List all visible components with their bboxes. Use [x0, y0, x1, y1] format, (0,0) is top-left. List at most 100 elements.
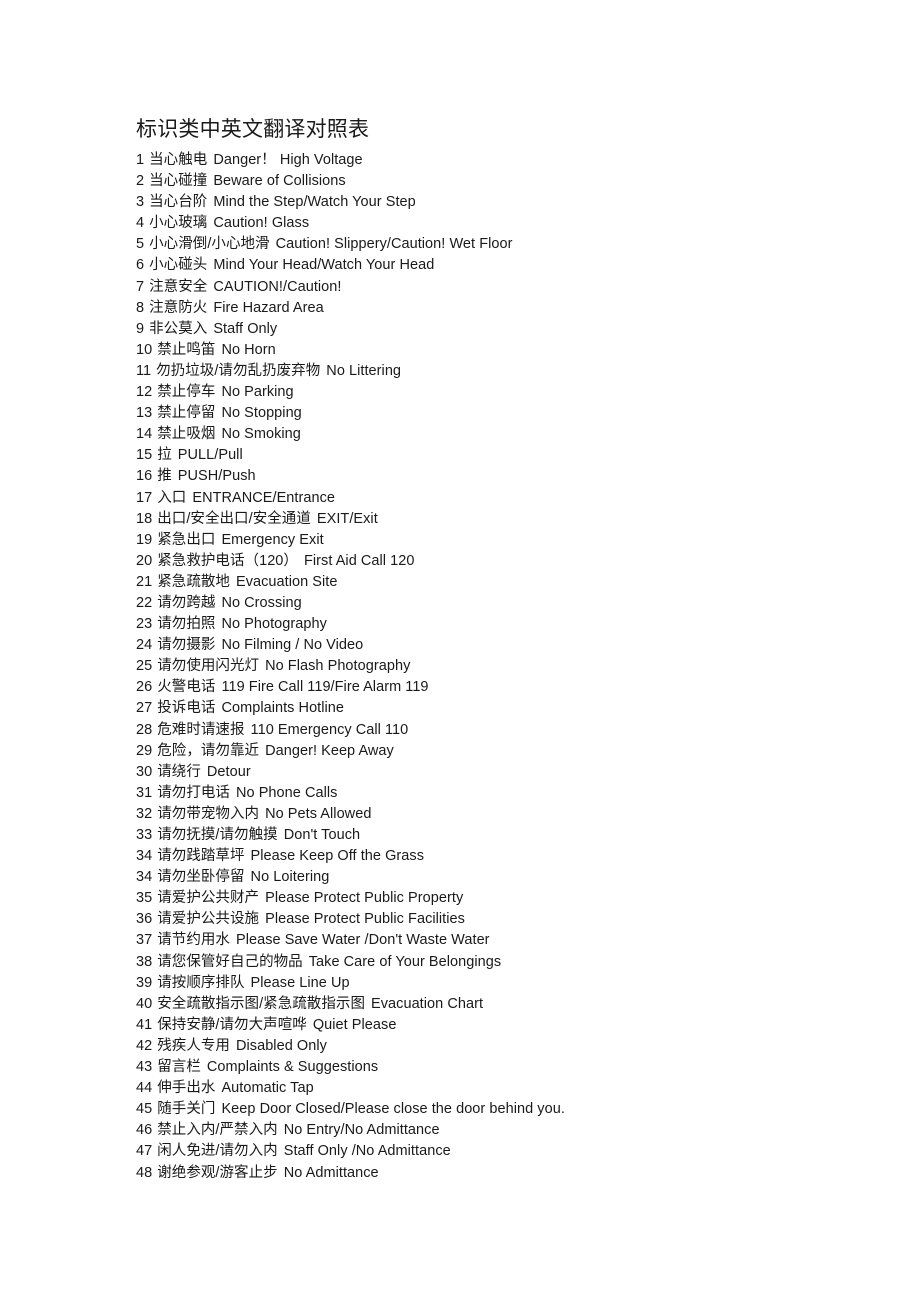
- entry-number: 1: [136, 152, 145, 168]
- entry-number: 4: [136, 215, 145, 232]
- entry-chinese-term: 闲人免进/请勿入内: [157, 1143, 278, 1160]
- entry-number: 48: [136, 1164, 153, 1181]
- entry-chinese-term: 危险，请勿靠近: [157, 742, 260, 759]
- entry-number: 17: [136, 489, 153, 506]
- entry-chinese-term: 禁止鸣笛: [157, 341, 216, 358]
- entry-english-translation: Quiet Please: [312, 1016, 397, 1033]
- entry-english-translation: No Photography: [221, 616, 327, 633]
- entry-english-translation: Please Protect Public Property: [265, 890, 464, 907]
- entry-chinese-term: 小心滑倒/小心地滑: [149, 236, 270, 253]
- entry-chinese-term: 谢绝参观/游客止步: [157, 1164, 278, 1181]
- entry-chinese-term: 安全疏散指示图/紧急疏散指示图: [157, 995, 366, 1012]
- entry-number: 43: [136, 1059, 153, 1076]
- list-item: 34 请勿践踏草坪 Please Keep Off the Grass: [136, 846, 920, 867]
- entry-english-translation: PUSH/Push: [177, 468, 256, 485]
- entry-number: 24: [136, 637, 153, 654]
- list-item: 27 投诉电话 Complaints Hotline: [136, 698, 920, 719]
- entry-chinese-term: 请勿摄影: [157, 637, 216, 654]
- entry-chinese-term: 请勿践踏草坪: [157, 848, 245, 865]
- entry-english-translation: Beware of Collisions: [213, 173, 346, 190]
- list-item: 24 请勿摄影 No Filming / No Video: [136, 635, 920, 656]
- entry-english-translation: Staff Only: [213, 320, 278, 337]
- entry-chinese-term: 禁止停车: [157, 384, 216, 401]
- entry-number: 47: [136, 1143, 153, 1160]
- list-item: 46 禁止入内/严禁入内 No Entry/No Admittance: [136, 1120, 920, 1141]
- entry-chinese-term: 勿扔垃圾/请勿乱扔废弃物: [156, 362, 321, 379]
- entry-chinese-term: 投诉电话: [157, 700, 216, 717]
- entry-number: 13: [136, 405, 153, 422]
- entry-english-translation: 110 Emergency Call 110: [250, 721, 409, 738]
- entry-number: 31: [136, 784, 153, 801]
- entry-english-translation: Please Protect Public Facilities: [265, 911, 465, 928]
- entry-english-translation: Complaints Hotline: [221, 700, 345, 717]
- entry-number: 23: [136, 616, 153, 633]
- entry-chinese-term: 留言栏: [157, 1059, 201, 1076]
- entry-number: 5: [136, 236, 145, 253]
- list-item: 20 紧急救护电话（120） First Aid Call 120: [136, 551, 920, 572]
- entry-english-translation: No Crossing: [221, 594, 302, 611]
- list-item: 12 禁止停车 No Parking: [136, 382, 920, 403]
- entry-english-translation: Evacuation Site: [235, 573, 338, 590]
- entry-number: 21: [136, 573, 153, 590]
- entry-number: 34: [136, 869, 153, 886]
- list-item: 29 危险，请勿靠近 Danger! Keep Away: [136, 741, 920, 762]
- entry-number: 14: [136, 426, 153, 443]
- list-item: 44 伸手出水 Automatic Tap: [136, 1078, 920, 1099]
- list-item: 40 安全疏散指示图/紧急疏散指示图 Evacuation Chart: [136, 994, 920, 1015]
- entry-chinese-term: 保持安静/请勿大声喧哗: [157, 1016, 307, 1033]
- entry-number: 7: [136, 278, 145, 295]
- list-item: 21 紧急疏散地 Evacuation Site: [136, 572, 920, 593]
- list-item: 8 注意防火 Fire Hazard Area: [136, 298, 920, 319]
- list-item: 25 请勿使用闪光灯 No Flash Photography: [136, 656, 920, 677]
- entry-english-translation: Danger！ High Voltage: [213, 152, 363, 168]
- entry-english-translation: Emergency Exit: [221, 531, 324, 548]
- entry-chinese-term: 注意防火: [149, 299, 208, 316]
- entry-number: 32: [136, 805, 153, 822]
- entry-number: 18: [136, 510, 153, 527]
- entry-chinese-term: 紧急救护电话（120）: [157, 552, 298, 569]
- entry-number: 41: [136, 1016, 153, 1033]
- list-item: 18 出口/安全出口/安全通道 EXIT/Exit: [136, 509, 920, 530]
- list-item: 9 非公莫入 Staff Only: [136, 319, 920, 340]
- list-item: 7 注意安全 CAUTION!/Caution!: [136, 277, 920, 298]
- entry-english-translation: No Littering: [326, 362, 402, 379]
- entry-english-translation: Take Care of Your Belongings: [308, 953, 502, 970]
- entry-chinese-term: 非公莫入: [149, 320, 208, 337]
- list-item: 43 留言栏 Complaints & Suggestions: [136, 1057, 920, 1078]
- entry-number: 30: [136, 763, 153, 780]
- list-item: 2 当心碰撞 Beware of Collisions: [136, 171, 920, 192]
- list-item: 36 请爱护公共设施 Please Protect Public Facilitie…: [136, 909, 920, 930]
- entry-chinese-term: 请勿打电话: [157, 784, 230, 801]
- entry-chinese-term: 禁止入内/严禁入内: [157, 1122, 278, 1139]
- entry-chinese-term: 请勿跨越: [157, 594, 216, 611]
- entry-chinese-term: 紧急出口: [157, 531, 216, 548]
- entry-chinese-term: 残疾人专用: [157, 1037, 230, 1054]
- list-item: 22 请勿跨越 No Crossing: [136, 593, 920, 614]
- entry-number: 35: [136, 890, 153, 907]
- list-item: 1 当心触电 Danger！ High Voltage: [136, 150, 920, 171]
- list-item: 47 闲人免进/请勿入内 Staff Only /No Admittance: [136, 1141, 920, 1162]
- entry-chinese-term: 拉: [157, 447, 172, 464]
- entry-number: 29: [136, 742, 153, 759]
- list-item: 41 保持安静/请勿大声喧哗 Quiet Please: [136, 1015, 920, 1036]
- entry-chinese-term: 小心碰头: [149, 257, 208, 274]
- list-item: 38 请您保管好自己的物品 Take Care of Your Belongings: [136, 952, 920, 973]
- list-item: 5 小心滑倒/小心地滑 Caution! Slippery/Caution! Wet…: [136, 234, 920, 255]
- entry-english-translation: EXIT/Exit: [316, 510, 378, 527]
- list-item: 35 请爱护公共财产 Please Protect Public Property: [136, 888, 920, 909]
- list-item: 13 禁止停留 No Stopping: [136, 403, 920, 424]
- entry-chinese-term: 当心碰撞: [149, 173, 208, 190]
- list-item: 48 谢绝参观/游客止步 No Admittance: [136, 1163, 920, 1184]
- entry-english-translation: Please Save Water /Don't Waste Water: [235, 932, 490, 949]
- entry-number: 38: [136, 953, 153, 970]
- entry-number: 20: [136, 552, 153, 569]
- entry-number: 10: [136, 341, 153, 358]
- entry-chinese-term: 请爱护公共财产: [157, 890, 260, 907]
- entry-english-translation: PULL/Pull: [177, 447, 243, 464]
- list-item: 45 随手关门 Keep Door Closed/Please close the …: [136, 1099, 920, 1120]
- entry-english-translation: Detour: [206, 763, 251, 780]
- entry-number: 37: [136, 932, 153, 949]
- entry-number: 28: [136, 721, 153, 738]
- list-item: 17 入口 ENTRANCE/Entrance: [136, 488, 920, 509]
- document-page: 标识类中英文翻译对照表 1 当心触电 Danger！ High Voltage 2 当心…: [0, 0, 920, 1302]
